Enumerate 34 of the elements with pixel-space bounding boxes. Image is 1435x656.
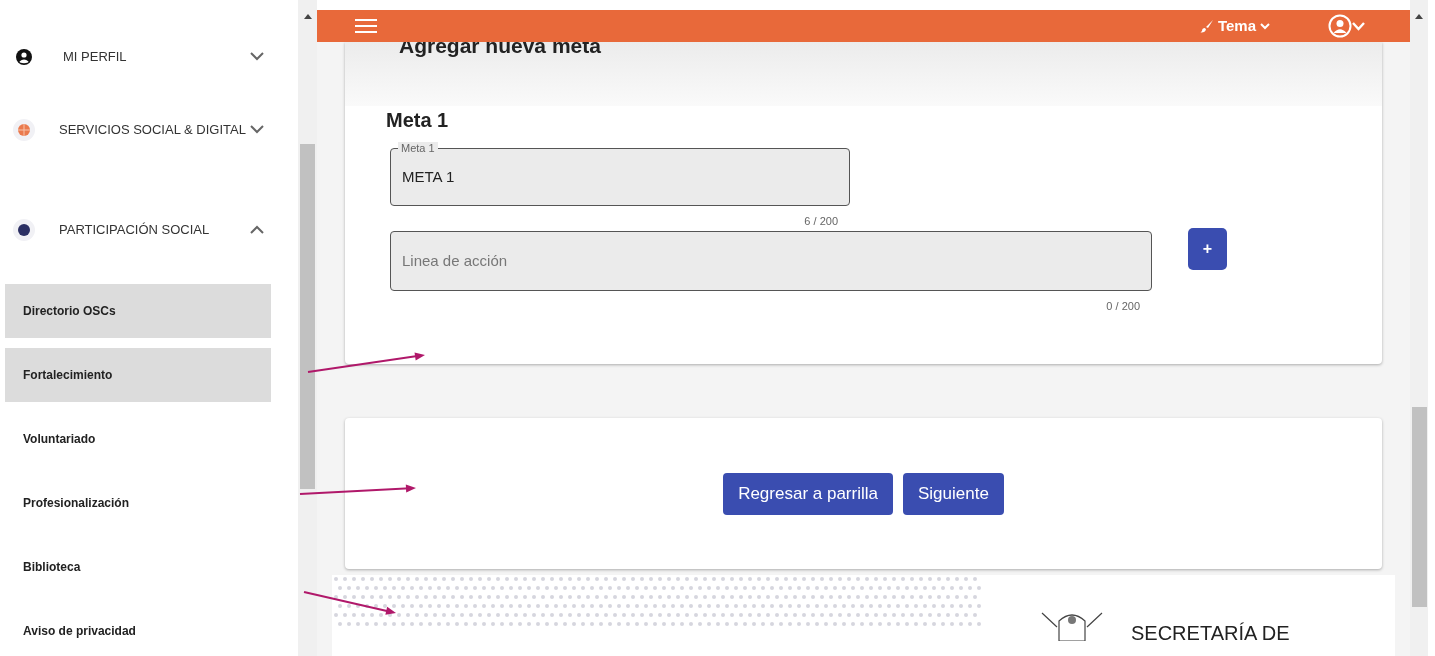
nav-button[interactable]: Siguiente bbox=[902, 472, 1004, 515]
chevron-down-icon bbox=[1260, 22, 1270, 30]
menu-item[interactable]: Profesionalización bbox=[5, 475, 271, 530]
page-title: Agregar nueva meta bbox=[399, 34, 601, 57]
chevron-up-icon bbox=[250, 225, 264, 234]
logo-icon bbox=[13, 218, 35, 241]
action-line-field[interactable]: Linea de acción bbox=[390, 230, 1152, 291]
scroll-up-icon[interactable] bbox=[303, 14, 312, 19]
menu-item[interactable]: Voluntariado bbox=[5, 411, 271, 466]
character-counter: 0 / 200 bbox=[1106, 298, 1140, 314]
user-icon bbox=[16, 48, 32, 65]
menu-icon[interactable] bbox=[355, 18, 377, 34]
agency-name: SECRETARÍA DE bbox=[1131, 621, 1290, 646]
menu-item[interactable]: Directorio OSCs bbox=[5, 283, 271, 338]
menu-item[interactable]: Fortalecimiento bbox=[5, 347, 271, 402]
user-circle-icon bbox=[1328, 14, 1352, 38]
chevron-down-icon bbox=[1352, 21, 1365, 31]
scrollbar-thumb[interactable] bbox=[1411, 407, 1427, 607]
menu-section-label[interactable]: MI PERFIL bbox=[62, 47, 250, 67]
character-counter: 6 / 200 bbox=[804, 214, 838, 229]
menu-section-label[interactable]: SERVICIOS SOCIAL & DIGITAL bbox=[59, 119, 250, 140]
globe-icon bbox=[13, 118, 35, 141]
goal-heading: Meta 1 bbox=[386, 108, 450, 132]
menu-item[interactable]: Aviso de privacidad bbox=[5, 603, 271, 656]
scrollbar-thumb[interactable] bbox=[300, 144, 315, 489]
menu-item[interactable]: Biblioteca bbox=[5, 539, 271, 594]
chevron-down-icon bbox=[250, 125, 264, 134]
menu-section-label[interactable]: PARTICIPACIÓN SOCIAL bbox=[59, 219, 250, 240]
field-label: Meta 1 bbox=[398, 142, 438, 154]
scroll-up-icon[interactable] bbox=[1415, 14, 1423, 19]
nav-button[interactable]: Regresar a parrilla bbox=[723, 472, 893, 515]
account-menu[interactable] bbox=[1328, 14, 1365, 38]
chevron-down-icon bbox=[250, 52, 264, 62]
add-button[interactable]: + bbox=[1188, 227, 1227, 270]
